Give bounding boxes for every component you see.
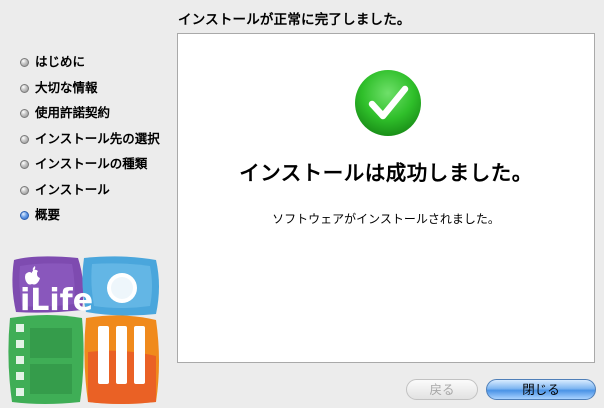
sidebar-step-label: インストールの種類 xyxy=(35,156,148,171)
sidebar-step-read-me: 大切な情報 xyxy=(20,80,160,106)
success-checkmark-icon xyxy=(355,70,421,136)
ilife-logo-text: iLife xyxy=(20,283,93,318)
step-bullet-icon xyxy=(20,134,29,144)
sidebar-step-installation: インストール xyxy=(20,182,160,208)
step-bullet-icon xyxy=(20,58,29,67)
step-bullet-icon xyxy=(20,83,29,93)
sidebar-step-label: 使用許諾契約 xyxy=(35,105,111,120)
sidebar-step-label: インストール xyxy=(35,181,110,197)
back-button[interactable]: 戻る xyxy=(406,379,478,400)
sidebar-step-summary: 概要 xyxy=(20,207,160,233)
step-bullet-icon xyxy=(20,109,29,118)
sidebar-step-introduction: はじめに xyxy=(20,54,160,80)
page-title: インストールが正常に完了しました。 xyxy=(178,12,411,28)
sidebar-step-label: 概要 xyxy=(35,207,61,222)
sidebar-step-label: インストール先の選択 xyxy=(35,130,160,146)
close-button[interactable]: 閉じる xyxy=(486,379,596,400)
sidebar-step-destination: インストール先の選択 xyxy=(20,131,160,157)
step-bullet-icon xyxy=(20,185,29,195)
ilife-logo: iLife xyxy=(8,256,159,404)
success-title: インストールは成功しました。 xyxy=(239,161,533,185)
step-bullet-icon xyxy=(20,160,29,169)
sidebar-step-license: 使用許諾契約 xyxy=(20,105,160,131)
sidebar-step-installation-type: インストールの種類 xyxy=(20,156,160,182)
success-message: ソフトウェアがインストールされました。 xyxy=(272,212,500,226)
active-step-bullet-icon xyxy=(20,211,29,220)
installer-steps-sidebar: はじめに 大切な情報 使用許諾契約 インストール先の選択 インストールの種類 イ… xyxy=(20,54,160,233)
sidebar-step-label: 大切な情報 xyxy=(35,79,98,95)
sidebar-step-label: はじめに xyxy=(35,54,86,69)
summary-content-panel: インストールは成功しました。 ソフトウェアがインストールされました。 xyxy=(177,33,595,363)
